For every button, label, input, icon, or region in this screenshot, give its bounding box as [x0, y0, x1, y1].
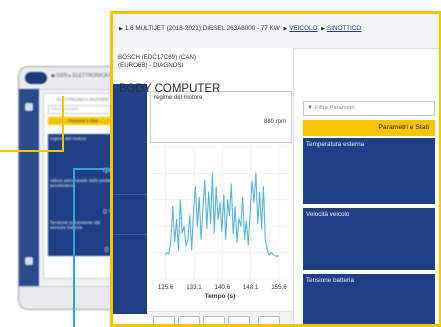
chart-series-line — [164, 172, 279, 258]
toolbar-button[interactable] — [178, 316, 200, 327]
chart-tick-label: 148.1 — [243, 284, 259, 291]
parameter-value: 880 rpm — [263, 119, 286, 125]
filter-input[interactable]: ▼ Filtra Parametri — [303, 101, 435, 116]
toolbar-button[interactable] — [203, 316, 225, 327]
body-param-tile[interactable]: Temperatura esterna — [303, 138, 435, 204]
divider — [113, 194, 147, 195]
gear-icon[interactable] — [25, 103, 33, 111]
background-param-tile[interactable]: Tensione proveniente dal sensore batteri… — [48, 218, 118, 256]
callout-line-yellow — [62, 96, 64, 152]
filter-icon: ▼ — [307, 105, 313, 111]
toolbar-button[interactable] — [228, 316, 250, 327]
body-param-tile[interactable]: Velocità veicolo — [303, 208, 435, 270]
filter-placeholder: Filtra Parametri — [315, 105, 355, 111]
background-param-panel: ELETTRONICA MOTORE Filtra Parametri Para… — [43, 93, 123, 279]
toolbar-button[interactable] — [258, 316, 280, 327]
brand-logo-icon — [25, 72, 47, 84]
breadcrumb-vehicle: 1.6 MULTIJET (2018-2021) DIESEL 263A8000… — [124, 25, 280, 32]
rpm-chart-svg: 125.6 133.1 140.6 148.1 155.6 Tempo (s) — [152, 146, 288, 300]
ecu-title: BOSCH (EDC17C69) (CAN) (EURO6B) - DIAGNO… — [118, 54, 197, 69]
chart-tick-label: 125.6 — [158, 284, 174, 291]
body-param-label: Temperatura esterna — [306, 141, 365, 148]
breadcrumb-arrow-icon: ▶ — [119, 26, 123, 32]
tab-parametri-e-stati[interactable]: Parametri e Stati — [303, 120, 435, 136]
divider — [113, 234, 147, 235]
chart-tick-label: 133.1 — [186, 284, 202, 291]
body-computer-title: BODY COMPUTER — [119, 83, 221, 95]
breadcrumb-link-sinottico[interactable]: SINOTTICO — [327, 25, 361, 32]
topbar: ▶ 1.6 MULTIJET (2018-2021) DIESEL 263A800… — [113, 14, 441, 49]
param-side-column — [113, 84, 147, 314]
breadcrumb-arrow-icon: ▶ — [283, 26, 288, 32]
chart-tick-label: 155.6 — [271, 284, 287, 291]
chart-tick-label: 140.6 — [215, 284, 231, 291]
background-param-label: Tensione proveniente dal sensore batteri… — [50, 220, 101, 230]
callout-line-yellow — [0, 150, 62, 152]
zoomed-screen: ▶ 1.6 MULTIJET (2018-2021) DIESEL 263A800… — [113, 14, 441, 327]
toolbar-button[interactable] — [153, 316, 175, 327]
breadcrumb-link-veicolo[interactable]: VEICOLO — [289, 25, 317, 32]
background-param-label: Valore percentuale della pedale accelera… — [50, 178, 113, 188]
parameter-card[interactable]: regime del motore 880 rpm — [150, 91, 292, 143]
background-param-tile[interactable]: Valore percentuale della pedale accelera… — [48, 176, 118, 218]
background-param-label: regime del motore — [50, 136, 87, 141]
breadcrumb: ▶ 1.6 MULTIJET (2018-2021) DIESEL 263A800… — [117, 25, 361, 32]
background-left-rail — [19, 89, 39, 287]
background-search-input[interactable]: Filtra Parametri — [48, 105, 118, 114]
body-param-tile[interactable]: Tensione batteria — [303, 274, 435, 327]
body-param-label: Tensione batteria — [306, 277, 354, 284]
grid-icon[interactable] — [25, 257, 33, 265]
chart-x-axis-title: Tempo (s) — [205, 293, 236, 300]
breadcrumb-arrow-icon: ▶ — [321, 26, 326, 32]
background-panel-title: ELETTRONICA MOTORE — [56, 97, 110, 102]
chart-toolbar — [148, 311, 293, 327]
callout-line-blue — [73, 168, 75, 327]
body-param-label: Velocità veicolo — [306, 211, 350, 218]
parameter-name: regime del motore — [154, 95, 203, 101]
background-tab-parametri[interactable]: Parametri e Stati — [48, 117, 118, 125]
rpm-chart: 125.6 133.1 140.6 148.1 155.6 Tempo (s) — [150, 143, 290, 313]
